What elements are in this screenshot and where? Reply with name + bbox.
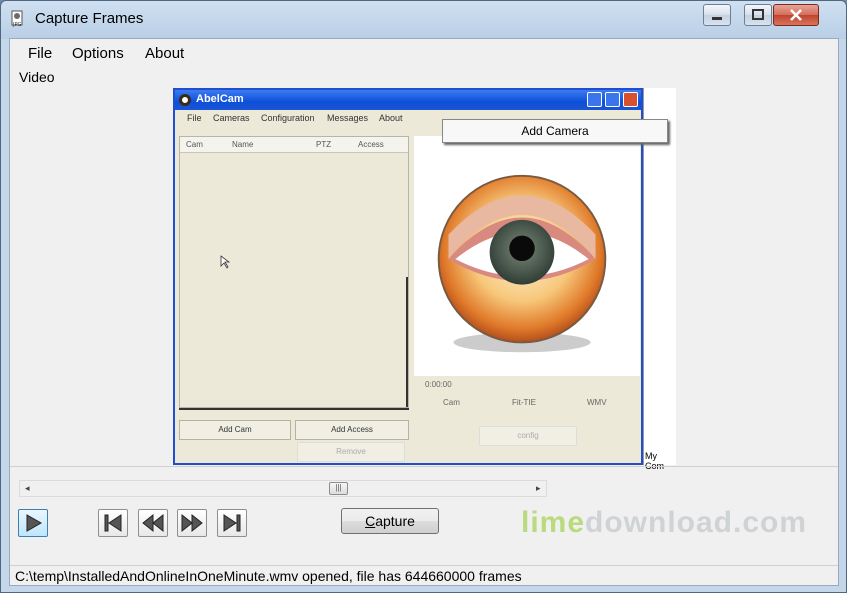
frame-app-title: AbelCam [196, 93, 244, 105]
frame-list-edge [179, 408, 409, 410]
close-button[interactable] [773, 4, 819, 26]
frame-column-header: Access [358, 140, 384, 149]
last-frame-icon [223, 514, 241, 532]
seek-scrollbar[interactable]: ◂ ||| ▸ [19, 480, 547, 497]
frame-maximize-icon [605, 92, 620, 107]
scroll-left-arrow-icon[interactable]: ◂ [25, 483, 30, 494]
frame-close-icon [623, 92, 638, 107]
watermark-lime: lime [521, 506, 586, 539]
frame-fit-label: Fit-TIE [512, 398, 536, 407]
frame-menu-item: Configuration [261, 113, 315, 123]
divider [10, 466, 838, 467]
watermark-download: download.com [585, 506, 808, 539]
frame-add-cam-button: Add Cam [179, 420, 291, 440]
frame-wmv-label: WMV [587, 398, 607, 407]
frame-camera-list: Cam Name PTZ Access [179, 136, 409, 408]
menu-options[interactable]: Options [72, 45, 124, 62]
rewind-icon [142, 513, 164, 533]
capture-button[interactable]: Capture [341, 508, 439, 534]
status-text: C:\temp\InstalledAndOnlineInOneMinute.wm… [15, 568, 522, 584]
close-icon [790, 9, 802, 21]
frame-app-titlebar: AbelCam [175, 90, 641, 110]
frame-app-icon [179, 94, 191, 106]
video-frame: AbelCam File Cameras Configuration Messa… [173, 88, 676, 471]
frame-preview [414, 136, 640, 376]
frame-cursor-icon [220, 255, 230, 269]
title-bar[interactable]: JPG Capture Frames [1, 1, 846, 37]
scroll-right-arrow-icon[interactable]: ▸ [536, 483, 541, 494]
watermark: limedownload.com [521, 506, 807, 540]
scroll-thumb[interactable]: ||| [329, 482, 348, 495]
minimize-button[interactable] [703, 4, 731, 26]
frame-minimize-icon [587, 92, 602, 107]
svg-text:JPG: JPG [12, 22, 21, 28]
status-bar: C:\temp\InstalledAndOnlineInOneMinute.wm… [10, 565, 838, 585]
fast-forward-button[interactable] [177, 509, 207, 537]
minimize-icon [712, 17, 722, 20]
first-frame-icon [104, 514, 122, 532]
frame-app-window: AbelCam File Cameras Configuration Messa… [173, 88, 643, 465]
frame-add-access-button: Add Access [295, 420, 409, 440]
frame-menu-item: Cameras [213, 113, 250, 123]
menu-about[interactable]: About [145, 45, 184, 62]
capture-label: apture [375, 513, 415, 529]
frame-list-scrollbar [406, 277, 408, 407]
frame-cam-label: Cam [443, 398, 460, 407]
frame-config-button: config [479, 426, 577, 446]
frame-background-window [643, 88, 676, 465]
last-frame-button[interactable] [217, 509, 247, 537]
frame-column-header: PTZ [316, 140, 332, 149]
frame-menu-item: Messages [327, 113, 369, 123]
frame-remove-button: Remove [297, 442, 405, 462]
fast-forward-icon [181, 513, 203, 533]
frame-list-header: Cam Name PTZ Access [180, 137, 408, 153]
capture-frames-window: JPG Capture Frames File Options About Vi… [0, 0, 847, 593]
frame-time-label: 0:00:00 [425, 380, 452, 389]
eye-logo-icon [437, 174, 607, 353]
maximize-icon [752, 9, 764, 20]
frame-column-header: Name [232, 140, 254, 149]
window-title: Capture Frames [35, 10, 144, 27]
frame-tooltip-add-camera: Add Camera [442, 119, 668, 143]
video-panel: AbelCam File Cameras Configuration Messa… [10, 87, 838, 471]
capture-accelerator: C [365, 513, 376, 529]
first-frame-button[interactable] [98, 509, 128, 537]
play-icon [26, 514, 43, 532]
frame-side-text: My Com [645, 451, 665, 471]
app-icon: JPG [11, 10, 23, 28]
rewind-button[interactable] [138, 509, 168, 537]
frame-menu-item: File [187, 113, 202, 123]
maximize-button[interactable] [744, 4, 772, 26]
client-area: File Options About Video AbelCam File Ca… [9, 38, 839, 586]
play-button[interactable] [18, 509, 48, 537]
frame-column-header: Cam [186, 140, 203, 149]
menu-bar: File Options About [10, 39, 838, 67]
frame-menu-item: About [379, 113, 403, 123]
video-label: Video [19, 69, 55, 85]
menu-file[interactable]: File [28, 45, 52, 62]
